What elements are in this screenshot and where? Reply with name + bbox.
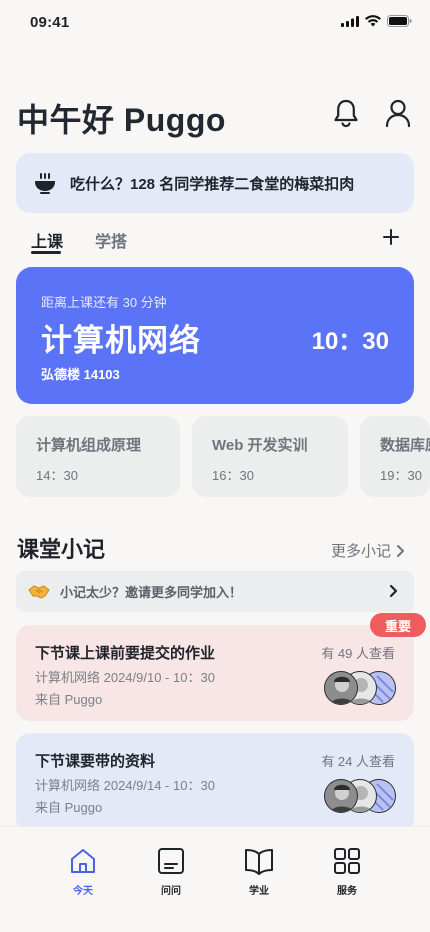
class-countdown: 距离上课还有 30 分钟: [41, 295, 167, 310]
upcoming-class-name: 计算机组成原理: [36, 437, 142, 454]
note-view-count: 有 24 人查看: [321, 754, 395, 769]
class-time: 10：30: [311, 328, 389, 355]
nav-label: 今天: [73, 886, 93, 897]
upcoming-class-card[interactable]: 计算机组成原理 14：30: [16, 416, 180, 497]
upcoming-class-card[interactable]: 数据库原理 19：30: [360, 416, 430, 497]
tab-class[interactable]: 上课: [31, 228, 63, 252]
viewer-avatars: [324, 671, 396, 705]
nav-services[interactable]: 服务: [317, 847, 377, 897]
important-badge: 重要: [370, 613, 426, 637]
food-recommendation-banner[interactable]: 吃什么？128 名同学推荐二食堂的梅菜扣肉: [16, 153, 414, 213]
upcoming-class-card[interactable]: Web 开发实训 16：30: [192, 416, 348, 497]
signal-icon: [341, 15, 359, 27]
nav-ask[interactable]: 问问: [141, 847, 201, 897]
note-view-count: 有 49 人查看: [321, 646, 395, 661]
handshake-icon: [28, 584, 50, 599]
greeting-title: 中午好 Puggo: [17, 102, 226, 138]
avatar: [324, 779, 358, 813]
note-title: 下节课要带的资料: [35, 753, 156, 770]
nav-label: 学业: [249, 886, 269, 897]
current-class-card[interactable]: 距离上课还有 30 分钟 计算机网络 10：30 弘德楼 14103: [16, 267, 414, 404]
nav-label: 问问: [161, 886, 181, 897]
nav-academics[interactable]: 学业: [229, 847, 289, 897]
upcoming-class-time: 16：30: [212, 468, 254, 483]
invite-text: 小记太少？邀请更多同学加入！: [60, 585, 243, 600]
bottom-navigation: 今天 问问 学业 服务: [0, 826, 430, 932]
viewer-avatars: [324, 779, 396, 813]
more-notes-label: 更多小记: [331, 543, 392, 560]
upcoming-class-name: Web 开发实训: [212, 437, 308, 454]
profile-icon[interactable]: [383, 98, 413, 128]
note-author: 来自 Puggo: [35, 800, 103, 815]
add-icon[interactable]: [378, 224, 404, 250]
home-icon: [71, 849, 95, 873]
upcoming-class-time: 14：30: [36, 468, 78, 483]
note-card[interactable]: 下节课上课前要提交的作业 有 49 人查看 计算机网络 2024/9/10 - …: [16, 625, 414, 721]
note-title: 下节课上课前要提交的作业: [35, 645, 216, 662]
note-meta: 计算机网络 2024/9/10 - 10：30: [35, 670, 215, 685]
invite-banner[interactable]: 小记太少？邀请更多同学加入！: [16, 571, 414, 612]
banner-text: 吃什么？128 名同学推荐二食堂的梅菜扣肉: [70, 175, 355, 193]
class-name: 计算机网络: [41, 323, 201, 358]
book-icon: [245, 849, 273, 875]
notification-bell-icon[interactable]: [331, 98, 361, 128]
avatar: [324, 671, 358, 705]
grid-icon: [334, 848, 360, 874]
note-author: 来自 Puggo: [35, 692, 103, 707]
status-icons: [341, 15, 412, 27]
chat-icon: [158, 848, 184, 874]
nav-today[interactable]: 今天: [53, 847, 113, 897]
nav-label: 服务: [337, 886, 357, 897]
notes-section-title: 课堂小记: [17, 537, 106, 562]
more-notes-link[interactable]: 更多小记: [331, 540, 405, 561]
class-location: 弘德楼 14103: [41, 367, 120, 382]
tab-study-partner[interactable]: 学搭: [95, 228, 127, 252]
status-time: 09:41: [30, 14, 70, 31]
chevron-right-icon: [389, 584, 398, 598]
upcoming-class-name: 数据库原理: [380, 437, 430, 454]
note-card[interactable]: 下节课要带的资料 有 24 人查看 计算机网络 2024/9/14 - 10：3…: [16, 733, 414, 833]
rice-bowl-icon: [34, 173, 56, 194]
tab-active-indicator: [31, 251, 61, 254]
upcoming-class-time: 19：30: [380, 468, 422, 483]
battery-icon: [387, 15, 412, 27]
chevron-right-icon: [397, 544, 405, 557]
note-meta: 计算机网络 2024/9/14 - 10：30: [35, 778, 215, 793]
upcoming-classes-list: 计算机组成原理 14：30 Web 开发实训 16：30 数据库原理 19：30: [16, 416, 430, 497]
wifi-icon: [365, 15, 381, 27]
